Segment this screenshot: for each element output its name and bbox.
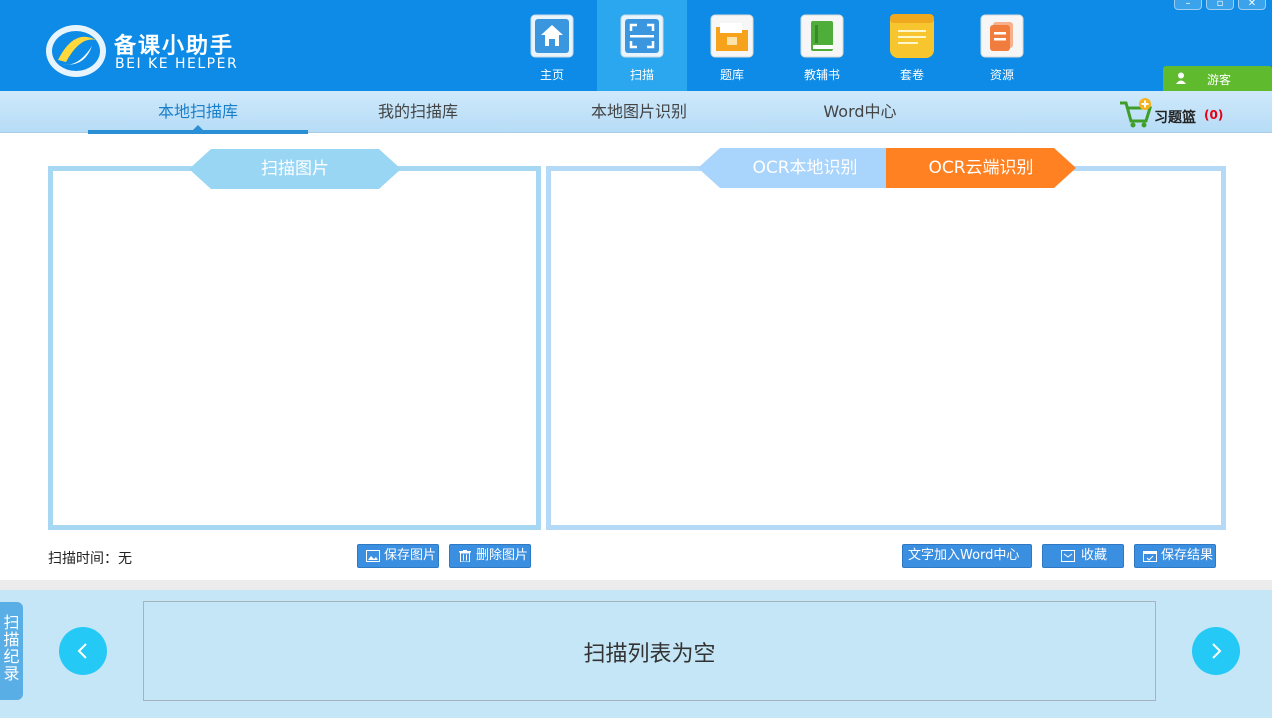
- notepad-icon: [890, 14, 934, 58]
- user-login-tab[interactable]: 游客: [1163, 66, 1272, 91]
- app-window: 备课小助手 BEI KE HELPER 主页 扫描 题库 教辅书 套卷 资源 –…: [0, 0, 1272, 718]
- ocr-result-panel: [546, 166, 1226, 530]
- calendar-check-icon: [1143, 551, 1157, 562]
- basket-count: (0): [1204, 108, 1224, 122]
- add-to-word-center-button[interactable]: 文字加入Word中心: [902, 544, 1032, 568]
- active-tab-arrow: [192, 125, 204, 131]
- favorite-label: 收藏: [1081, 548, 1108, 563]
- nav-paper-sets[interactable]: 套卷: [867, 0, 957, 91]
- favorite-button[interactable]: 收藏: [1042, 544, 1124, 568]
- delete-image-label: 删除图片: [476, 548, 529, 563]
- close-button[interactable]: ✕: [1238, 0, 1266, 10]
- nav-label: 教辅书: [803, 68, 840, 82]
- user-label: 游客: [1207, 73, 1232, 87]
- chevron-right-icon: [1212, 643, 1222, 659]
- window-controls: – ▫ ✕: [1174, 0, 1266, 10]
- scan-image-title: 扫描图片: [189, 149, 401, 189]
- nav-label: 主页: [539, 68, 564, 82]
- nav-teaching-books[interactable]: 教辅书: [777, 0, 867, 91]
- side-tab-char: 纪: [3, 647, 20, 666]
- favorite-icon: [1061, 550, 1075, 562]
- save-image-label: 保存图片: [384, 548, 437, 563]
- section-divider: [0, 580, 1272, 590]
- scan-time: 扫描时间：无: [48, 551, 132, 567]
- basket-label: 习题篮: [1154, 110, 1196, 126]
- nav-label: 套卷: [899, 68, 924, 82]
- tab-local-image-recognition[interactable]: 本地图片识别: [529, 91, 749, 133]
- top-header: 备课小助手 BEI KE HELPER 主页 扫描 题库 教辅书 套卷 资源 –…: [0, 0, 1272, 91]
- nav-label: 扫描: [629, 68, 654, 82]
- resource-icon: [980, 14, 1024, 58]
- sub-navigation: 本地扫描库 我的扫描库 本地图片识别 Word中心: [0, 91, 1272, 133]
- next-button[interactable]: [1192, 627, 1240, 675]
- question-bank-icon: [710, 14, 754, 58]
- chevron-left-icon: [77, 643, 87, 659]
- maximize-button[interactable]: ▫: [1206, 0, 1234, 10]
- home-icon: [530, 14, 574, 58]
- side-tab-char: 描: [3, 630, 20, 649]
- scan-list: 扫描列表为空: [143, 601, 1156, 701]
- scan-list-empty-text: 扫描列表为空: [583, 642, 716, 667]
- book-icon: [800, 14, 844, 58]
- user-icon: [1176, 72, 1186, 84]
- nav-label: 题库: [719, 68, 744, 82]
- save-result-button[interactable]: 保存结果: [1134, 544, 1216, 568]
- tab-my-scan-library[interactable]: 我的扫描库: [308, 91, 528, 133]
- nav-resources[interactable]: 资源: [957, 0, 1047, 91]
- tab-ocr-cloud[interactable]: OCR云端识别: [886, 148, 1076, 188]
- scan-record-tab[interactable]: 扫 描 纪 录: [0, 602, 23, 700]
- previous-button[interactable]: [59, 627, 107, 675]
- delete-image-button[interactable]: 删除图片: [449, 544, 531, 568]
- nav-home[interactable]: 主页: [507, 0, 597, 91]
- app-name-en: BEI KE HELPER: [115, 56, 239, 72]
- nav-question-bank[interactable]: 题库: [687, 0, 777, 91]
- exercise-basket[interactable]: 习题篮 (0): [1118, 95, 1238, 131]
- save-result-label: 保存结果: [1161, 548, 1214, 563]
- nav-scan[interactable]: 扫描: [597, 0, 687, 91]
- trash-icon: [459, 550, 471, 562]
- tab-ocr-local[interactable]: OCR本地识别: [698, 148, 912, 188]
- save-image-button[interactable]: 保存图片: [357, 544, 439, 568]
- cart-icon: [1120, 98, 1153, 128]
- nav-label: 资源: [989, 68, 1014, 82]
- tab-word-center[interactable]: Word中心: [750, 91, 970, 133]
- add-to-word-label: 文字加入Word中心: [908, 548, 1020, 563]
- minimize-button[interactable]: –: [1174, 0, 1202, 10]
- side-tab-char: 录: [3, 664, 20, 683]
- scan-icon: [620, 14, 664, 58]
- side-tab-char: 扫: [3, 613, 20, 632]
- app-logo: [46, 25, 106, 77]
- scan-image-panel: [48, 166, 541, 530]
- image-icon: [366, 550, 380, 562]
